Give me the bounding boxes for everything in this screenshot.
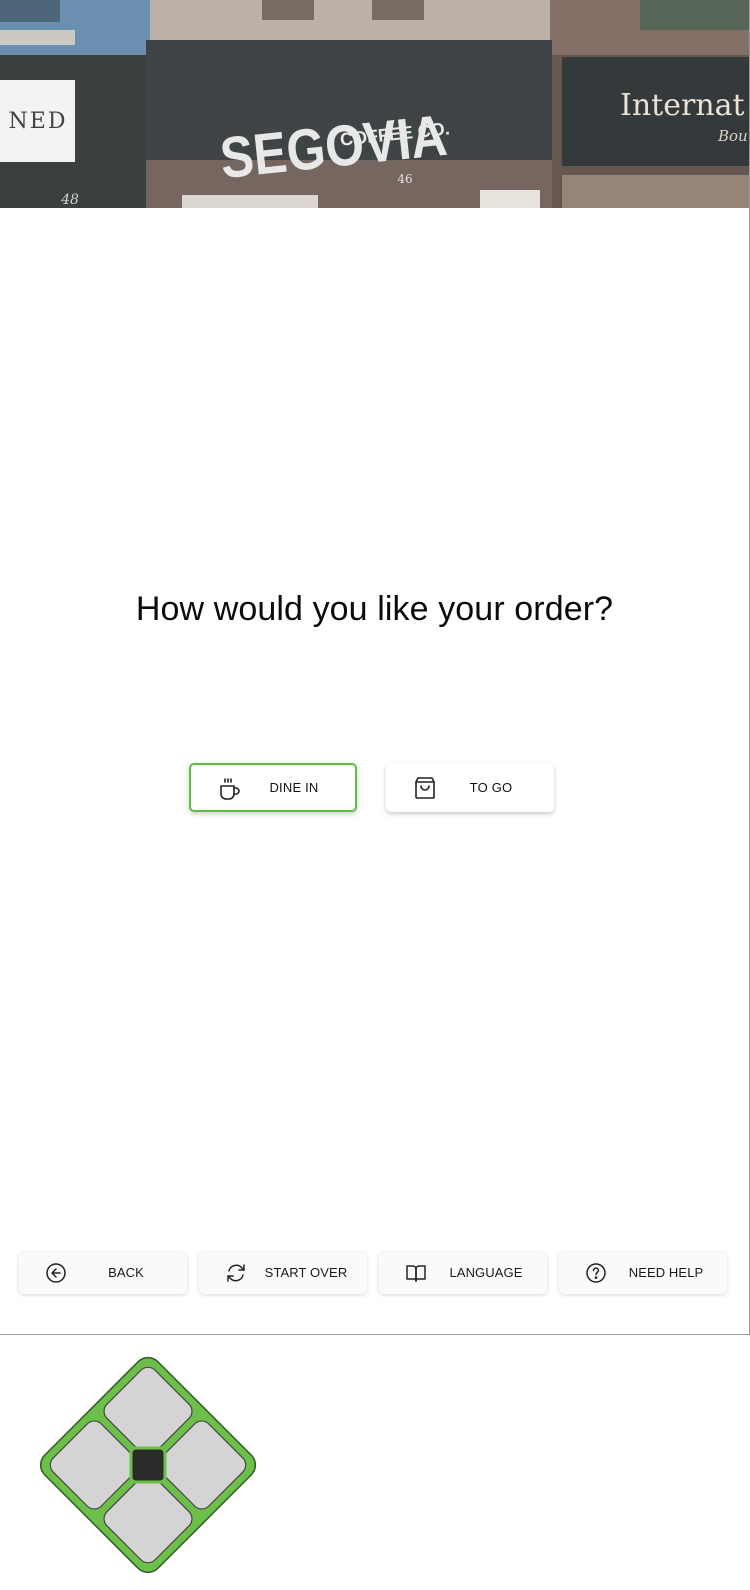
storefront-hero-image: NED 5 783-4242 48 SEGOVIA COFFEE CO. 46 … <box>0 0 749 208</box>
start-over-label: START OVER <box>264 1265 348 1280</box>
start-over-button[interactable]: START OVER <box>199 1252 367 1294</box>
directional-keypad <box>28 1345 268 1585</box>
dine-in-label: DINE IN <box>269 780 319 795</box>
order-type-question: How would you like your order? <box>135 590 614 628</box>
keypad-center-key[interactable] <box>129 1446 167 1484</box>
to-go-button[interactable]: TO GO <box>386 763 554 812</box>
kiosk-screen: NED 5 783-4242 48 SEGOVIA COFFEE CO. 46 … <box>0 0 750 1335</box>
dine-in-button[interactable]: DINE IN <box>189 763 357 812</box>
back-label: BACK <box>108 1265 144 1280</box>
to-go-label: TO GO <box>469 780 513 795</box>
need-help-label: NEED HELP <box>628 1265 704 1280</box>
language-button[interactable]: LANGUAGE <box>379 1252 547 1294</box>
need-help-button[interactable]: NEED HELP <box>559 1252 727 1294</box>
back-button[interactable]: BACK <box>19 1252 187 1294</box>
language-label: LANGUAGE <box>449 1265 523 1280</box>
